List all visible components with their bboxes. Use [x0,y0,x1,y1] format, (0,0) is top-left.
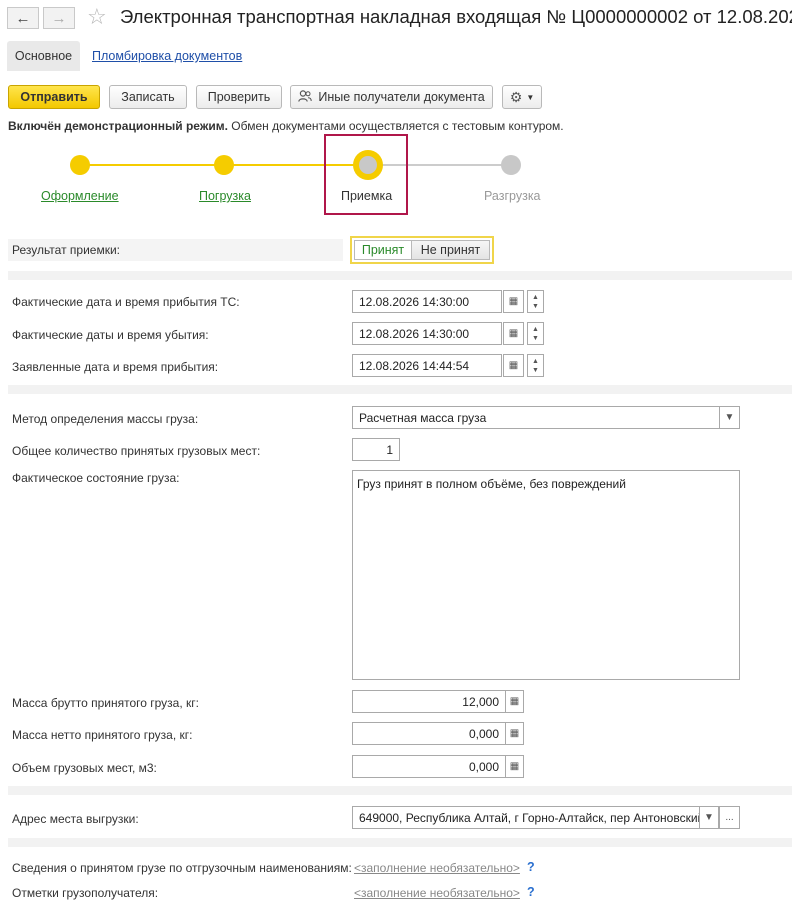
separator-4 [8,838,792,847]
separator-2 [8,385,792,394]
chevron-down-icon[interactable]: ▼ [699,806,719,829]
separator-1 [8,271,792,280]
calculator-icon[interactable]: ▦ [505,722,524,745]
chevron-down-icon[interactable]: ▼ [719,406,740,429]
actual-departure-label: Фактические даты и время убытия: [12,328,209,342]
declared-arrival-spinner[interactable]: ▲ ▼ [527,354,544,377]
gross-mass-label: Масса брутто принятого груза, кг: [12,696,199,710]
ellipsis-icon[interactable]: ... [719,806,740,829]
acceptance-switch: Принят Не принят [350,236,494,264]
calendar-icon[interactable]: ▦ [503,290,524,313]
calendar-icon[interactable]: ▦ [503,322,524,345]
cargo-info-label: Сведения о принятом грузе по отгрузочным… [12,861,352,875]
volume-label: Объем грузовых мест, м3: [12,761,157,775]
mass-method-select[interactable]: Расчетная масса груза [352,406,720,429]
cargo-state-label: Фактическое состояние груза: [12,471,180,485]
chevron-down-icon: ▼ [526,92,535,102]
help-icon[interactable]: ? [527,860,535,874]
net-mass-field[interactable]: 0,000 [352,722,506,745]
tab-main[interactable]: Основное [7,41,80,71]
other-recipients-label: Иные получатели документа [318,90,485,104]
write-button[interactable]: Записать [109,85,187,109]
calculator-icon[interactable]: ▦ [505,755,524,778]
window-title: Электронная транспортная накладная входя… [120,6,792,27]
step-loading[interactable]: Погрузка [199,189,251,203]
places-field[interactable]: 1 [352,438,400,461]
unload-address-field[interactable]: 649000, Республика Алтай, г Горно-Алтайс… [352,806,700,829]
calendar-icon[interactable]: ▦ [503,354,524,377]
tab-sealing[interactable]: Пломбировка документов [92,49,242,63]
step-dot-2 [214,155,234,175]
calculator-icon[interactable]: ▦ [505,690,524,713]
actual-arrival-field[interactable]: 12.08.2026 14:30:00 [352,290,502,313]
gear-icon: ⚙ [509,88,523,105]
separator-3 [8,786,792,795]
consignee-marks-link[interactable]: <заполнение необязательно> [354,886,520,900]
arrow-right-icon: → [51,9,67,27]
back-button[interactable]: ← [7,7,39,29]
help-icon[interactable]: ? [527,885,535,899]
actual-arrival-spinner[interactable]: ▲ ▼ [527,290,544,313]
gross-mass-field[interactable]: 12,000 [352,690,506,713]
people-icon [298,89,313,105]
cargo-state-textarea[interactable]: Груз принят в полном объёме, без поврежд… [352,470,740,680]
mass-method-label: Метод определения массы груза: [12,412,199,426]
net-mass-label: Масса нетто принятого груза, кг: [12,728,193,742]
actual-departure-field[interactable]: 12.08.2026 14:30:00 [352,322,502,345]
unload-address-label: Адрес места выгрузки: [12,812,139,826]
favorite-star-icon[interactable]: ☆ [87,4,107,30]
current-step-highlight [324,134,408,215]
actual-departure-spinner[interactable]: ▲ ▼ [527,322,544,345]
declared-arrival-label: Заявленные дата и время прибытия: [12,360,219,374]
cargo-info-link[interactable]: <заполнение необязательно> [354,861,520,875]
forward-button[interactable]: → [43,7,75,29]
step-registration[interactable]: Оформление [41,189,119,203]
declared-arrival-field[interactable]: 12.08.2026 14:44:54 [352,354,502,377]
step-dot-1 [70,155,90,175]
step-unloading: Разгрузка [484,189,541,203]
acceptance-label: Результат приемки: [12,243,120,257]
check-button[interactable]: Проверить [196,85,282,109]
demo-notice: Включён демонстрационный режим. Обмен до… [8,119,564,133]
demo-notice-bold: Включён демонстрационный режим. [8,119,228,133]
send-button[interactable]: Отправить [8,85,100,109]
more-actions-button[interactable]: ⚙ ▼ [502,85,542,109]
arrow-left-icon: ← [15,9,31,27]
volume-field[interactable]: 0,000 [352,755,506,778]
places-label: Общее количество принятых грузовых мест: [12,444,261,458]
rejected-option[interactable]: Не принят [411,240,490,260]
step-dot-4 [501,155,521,175]
actual-arrival-label: Фактические дата и время прибытия ТС: [12,295,240,309]
accepted-option[interactable]: Принят [354,240,412,260]
demo-notice-text: Обмен документами осуществляется с тесто… [227,119,564,133]
other-recipients-button[interactable]: Иные получатели документа [290,85,493,109]
consignee-marks-label: Отметки грузополучателя: [12,886,159,900]
